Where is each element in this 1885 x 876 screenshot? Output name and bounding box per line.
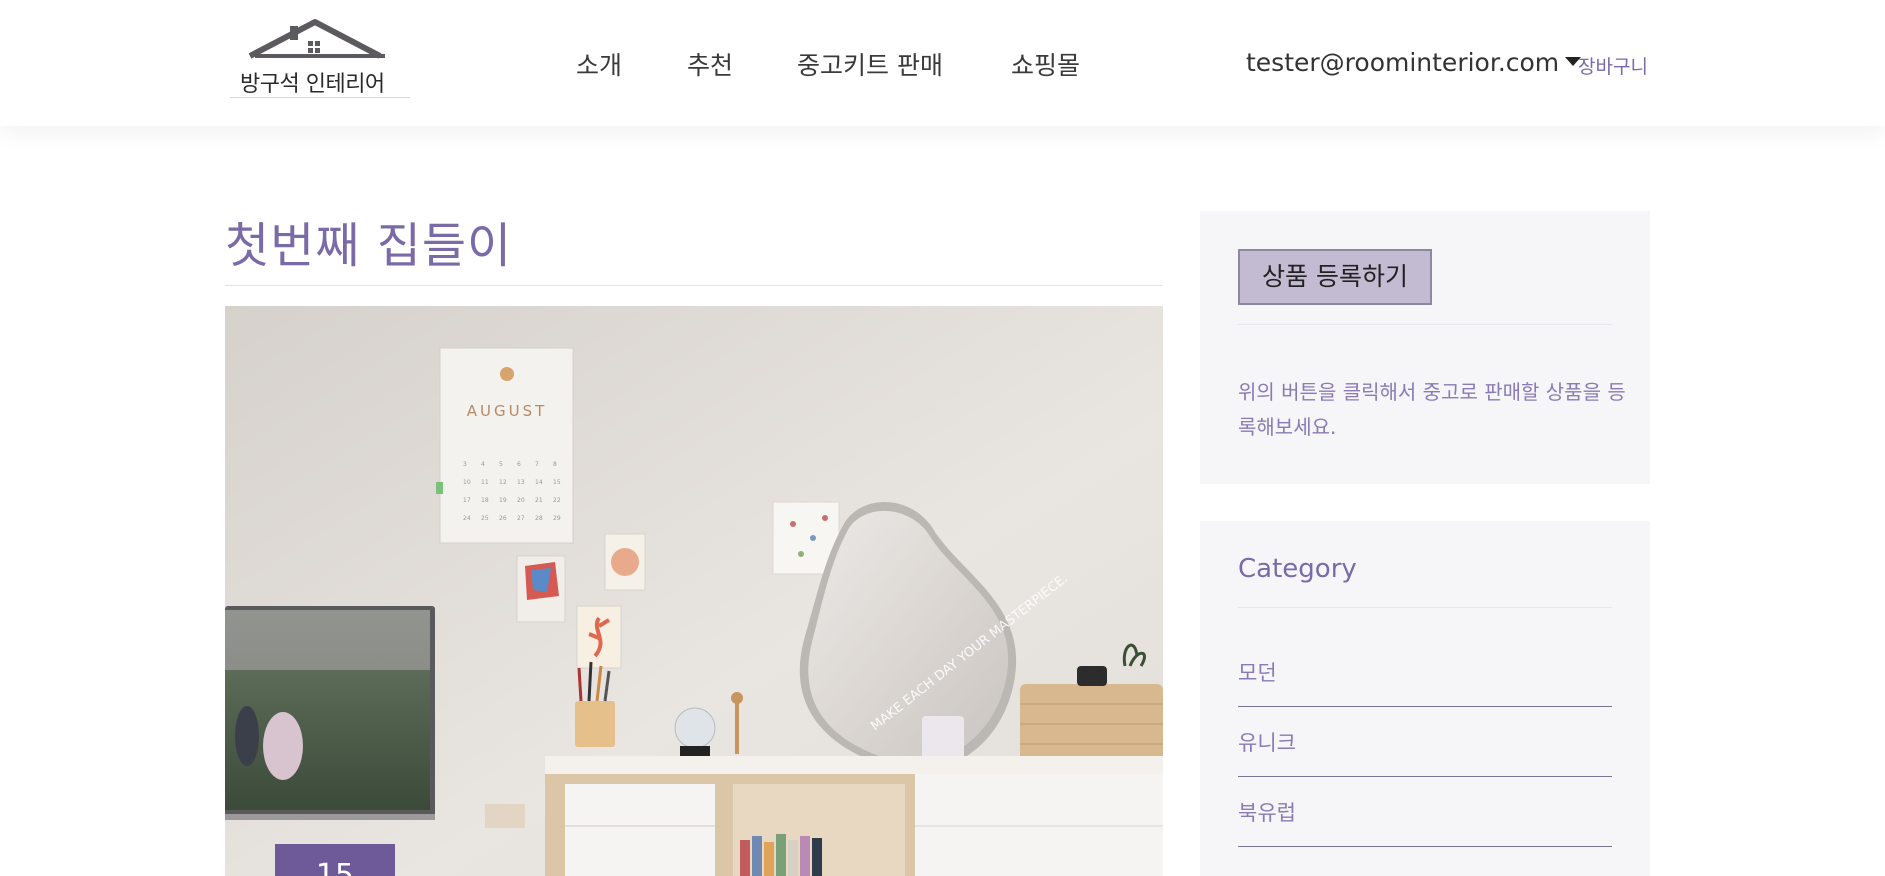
post-title: 첫번째 집들이 — [225, 218, 513, 274]
nav-item-recommend[interactable]: 추천 — [687, 46, 733, 82]
cart-link[interactable]: 장바구니 — [1578, 52, 1648, 79]
site-header: 방구석 인테리어 소개 추천 중고키트 판매 쇼핑몰 tester@roomin… — [0, 0, 1885, 126]
category-label: 북유럽 — [1238, 801, 1296, 825]
svg-text:8: 8 — [553, 461, 557, 468]
svg-text:7: 7 — [535, 461, 539, 468]
svg-text:17: 17 — [463, 497, 471, 504]
register-description: 위의 버튼을 클릭해서 중고로 판매할 상품을 등록해보세요. — [1238, 380, 1626, 439]
svg-text:3: 3 — [463, 461, 467, 468]
svg-text:27: 27 — [517, 515, 525, 522]
site-logo[interactable]: 방구석 인테리어 — [230, 6, 410, 98]
svg-text:19: 19 — [499, 497, 507, 504]
svg-text:22: 22 — [553, 497, 561, 504]
svg-text:4: 4 — [481, 461, 485, 468]
post-image[interactable]: AUGUST 345678 10 11 12 13 14 15 17 18 19 20 21 22 … — [225, 306, 1163, 876]
nav-item-used-kit-sale[interactable]: 중고키트 판매 — [797, 46, 943, 82]
register-widget: 상품 등록하기 위의 버튼을 클릭해서 중고로 판매할 상품을 등록해보세요. — [1200, 211, 1650, 484]
svg-text:26: 26 — [499, 515, 507, 522]
user-menu-dropdown[interactable]: tester@roominterior.com — [1246, 48, 1582, 77]
svg-text:12: 12 — [499, 479, 507, 486]
category-item-unique[interactable]: 유니크 — [1238, 707, 1612, 777]
category-widget: Category 모던 유니크 북유럽 — [1200, 521, 1650, 876]
category-label: 유니크 — [1238, 731, 1296, 755]
svg-text:18: 18 — [481, 497, 489, 504]
room-photo: AUGUST 345678 10 11 12 13 14 15 17 18 19 20 21 22 … — [225, 306, 1163, 876]
logo-text: 방구석 인테리어 — [240, 72, 385, 97]
wall-calendar: AUGUST 345678 10 11 12 13 14 15 17 18 19 20 21 22 … — [436, 347, 574, 544]
svg-text:14: 14 — [535, 479, 543, 486]
nav-item-shopping-mall[interactable]: 쇼핑몰 — [1011, 46, 1080, 82]
svg-text:25: 25 — [481, 515, 489, 522]
category-title: Category — [1238, 554, 1357, 584]
svg-text:29: 29 — [553, 515, 561, 522]
category-item-modern[interactable]: 모던 — [1238, 637, 1612, 707]
user-email: tester@roominterior.com — [1246, 48, 1560, 77]
register-product-button[interactable]: 상품 등록하기 — [1238, 249, 1432, 305]
nav-item-about[interactable]: 소개 — [576, 46, 622, 82]
title-divider — [225, 285, 1163, 286]
svg-text:6: 6 — [517, 461, 521, 468]
svg-text:24: 24 — [463, 515, 471, 522]
svg-text:20: 20 — [517, 497, 525, 504]
category-label: 모던 — [1238, 661, 1277, 685]
post-date-badge: 15 — [275, 844, 395, 876]
svg-text:15: 15 — [553, 479, 561, 486]
category-divider — [1238, 607, 1612, 608]
svg-text:10: 10 — [463, 479, 471, 486]
svg-text:11: 11 — [481, 479, 489, 486]
svg-text:AUGUST: AUGUST — [467, 402, 548, 420]
svg-text:5: 5 — [499, 461, 503, 468]
category-item-nordic[interactable]: 북유럽 — [1238, 777, 1612, 847]
svg-text:21: 21 — [535, 497, 543, 504]
widget-divider — [1238, 324, 1612, 325]
svg-text:13: 13 — [517, 479, 525, 486]
svg-text:28: 28 — [535, 515, 543, 522]
house-logo-icon — [248, 19, 385, 59]
